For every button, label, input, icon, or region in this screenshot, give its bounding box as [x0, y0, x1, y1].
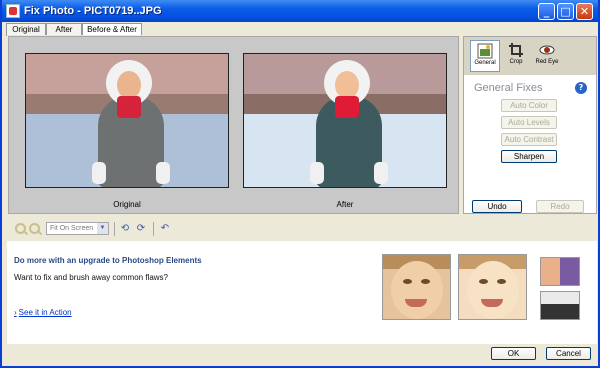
- help-icon[interactable]: ?: [575, 82, 587, 94]
- zoom-in-icon[interactable]: [15, 223, 26, 234]
- maximize-button[interactable]: □: [557, 3, 574, 20]
- minimize-button[interactable]: _: [538, 3, 555, 20]
- original-caption: Original: [113, 200, 141, 209]
- tool-bar: General Crop Red Eye: [464, 37, 596, 75]
- redo-button[interactable]: Redo: [536, 200, 584, 213]
- zoom-select[interactable]: Fit On Screen ▼: [46, 222, 109, 235]
- promo-after-image: [458, 254, 527, 320]
- auto-color-button[interactable]: Auto Color: [501, 99, 557, 112]
- app-icon: [6, 4, 20, 18]
- cancel-button[interactable]: Cancel: [546, 347, 591, 360]
- undo-button[interactable]: Undo: [472, 200, 522, 213]
- sharpen-button[interactable]: Sharpen: [501, 150, 557, 163]
- promo-title: Do more with an upgrade to Photoshop Ele…: [14, 256, 202, 265]
- rotate-right-icon[interactable]: ⟳: [135, 223, 147, 235]
- preview-panel: Original After: [8, 36, 459, 214]
- title-bar: Fix Photo - PICT0719..JPG _ □ ✕: [2, 0, 598, 22]
- chevron-down-icon: ▼: [97, 223, 108, 234]
- promo-subtitle: Want to fix and brush away common flaws?: [14, 273, 168, 282]
- main-content: Original After General Crop Red Eye Gene…: [7, 35, 597, 363]
- after-caption: After: [336, 200, 354, 209]
- see-it-in-action-link[interactable]: › See it in Action: [14, 308, 72, 317]
- close-button[interactable]: ✕: [576, 3, 593, 20]
- fix-photo-window: Fix Photo - PICT0719..JPG _ □ ✕ Original…: [0, 0, 600, 368]
- promo-thumbnail-building: [540, 291, 580, 320]
- window-title: Fix Photo - PICT0719..JPG: [24, 5, 162, 17]
- promo-panel: Do more with an upgrade to Photoshop Ele…: [7, 241, 597, 344]
- rotate-left-icon[interactable]: ⟲: [119, 223, 131, 235]
- promo-thumbnail-faces: [540, 257, 580, 286]
- red-eye-tool[interactable]: Red Eye: [532, 40, 562, 72]
- general-icon: [477, 43, 493, 59]
- crop-icon: [509, 43, 523, 57]
- promo-before-image: [382, 254, 451, 320]
- red-eye-icon: [539, 45, 555, 55]
- general-tool[interactable]: General: [470, 40, 500, 72]
- view-toolbar: Fit On Screen ▼ ⟲ ⟳ ↶: [11, 221, 211, 237]
- ok-button[interactable]: OK: [491, 347, 536, 360]
- auto-levels-button[interactable]: Auto Levels: [501, 116, 557, 129]
- zoom-out-icon[interactable]: [29, 223, 40, 234]
- fix-panel: General Crop Red Eye General Fixes ? Aut…: [463, 36, 597, 214]
- general-fixes-title: General Fixes: [474, 82, 543, 94]
- original-photo: [25, 53, 229, 188]
- auto-contrast-button[interactable]: Auto Contrast: [501, 133, 557, 146]
- arrow-icon: ›: [14, 308, 17, 317]
- after-photo: [243, 53, 447, 188]
- reset-icon[interactable]: ↶: [159, 223, 171, 235]
- crop-tool[interactable]: Crop: [501, 40, 531, 72]
